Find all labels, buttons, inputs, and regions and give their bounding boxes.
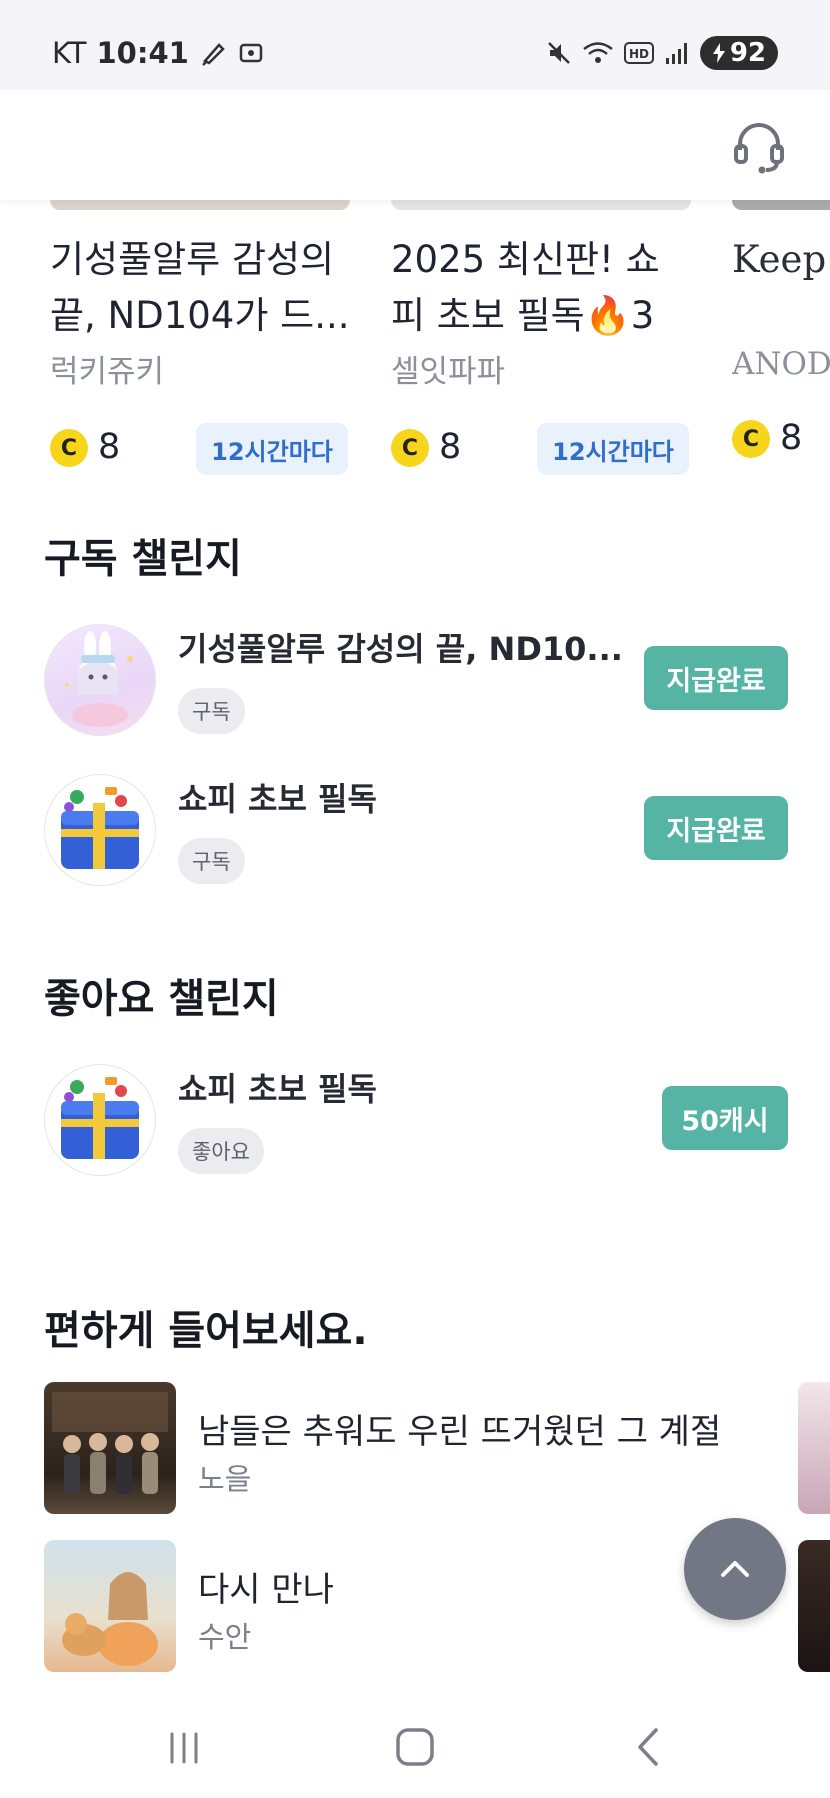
- challenge-type-tag: 구독: [178, 838, 245, 884]
- home-icon[interactable]: [394, 1726, 436, 1768]
- subscribe-challenge-title: 구독 챌린지: [44, 536, 242, 582]
- battery-indicator: 92: [699, 36, 778, 70]
- album-art: [44, 1382, 176, 1514]
- headset-icon[interactable]: [732, 120, 786, 174]
- card-title: 2025 최신판! 쇼피 초보 필독🔥30...: [391, 238, 660, 337]
- challenge-row[interactable]: 쇼피 초보 필독 구독 지급완료: [44, 774, 788, 886]
- charging-icon: [712, 43, 725, 63]
- challenge-title: 기성풀알루 감성의 끝, ND10...: [178, 630, 623, 668]
- band-photo: [52, 1392, 168, 1494]
- coin-amount: 8: [98, 427, 121, 467]
- hd-icon: HD: [623, 42, 654, 64]
- coin-icon: C: [50, 429, 88, 467]
- song-title: 다시 만나: [198, 1570, 334, 1610]
- card-meta: C 8: [732, 414, 830, 466]
- recommend-card[interactable]: Keep (Feat ANOD C 8: [732, 200, 830, 466]
- card-meta: C 8 12시간마다: [391, 423, 691, 475]
- card-thumbnail: [732, 200, 830, 210]
- pen-icon: [201, 43, 225, 66]
- coin-amount: 8: [780, 418, 803, 458]
- reward-complete-button[interactable]: 지급완료: [644, 796, 788, 860]
- song-artist: 수안: [198, 1620, 252, 1654]
- mute-icon: [547, 42, 570, 64]
- recommend-card[interactable]: 기성풀알루 감성의 끝, ND104가 드... 럭키쥬키 C 8 12시간마다: [50, 200, 350, 475]
- reward-interval-badge: 12시간마다: [537, 423, 689, 475]
- listen-section-title: 편하게 들어보세요.: [44, 1308, 368, 1354]
- chevron-up-icon: [721, 1561, 749, 1577]
- app-header: [0, 90, 830, 200]
- reward-complete-button[interactable]: 지급완료: [644, 646, 788, 710]
- challenge-type-tag: 구독: [178, 688, 245, 734]
- card-author: 셀잇파파: [391, 354, 506, 390]
- carrier-label: KT: [52, 36, 87, 70]
- recent-apps-icon[interactable]: [164, 1728, 204, 1768]
- wifi-icon: [583, 42, 613, 63]
- like-challenge-title: 좋아요 챌린지: [44, 976, 279, 1022]
- channel-avatar: [44, 774, 156, 886]
- character-image: [65, 631, 133, 727]
- screenshot-icon: [239, 43, 263, 63]
- card-meta: C 8 12시간마다: [50, 423, 350, 475]
- card-thumbnail: [391, 200, 691, 210]
- card-thumbnail: [50, 200, 350, 210]
- illustration-image: [62, 1572, 158, 1666]
- challenge-title: 쇼피 초보 필독: [178, 1070, 377, 1108]
- coin-amount: 8: [439, 427, 462, 467]
- gift-box-icon: [61, 1077, 139, 1159]
- song-row[interactable]: 다시 만나 수안: [44, 1540, 784, 1672]
- album-art-peek[interactable]: [798, 1382, 830, 1514]
- scroll-to-top-button[interactable]: [684, 1518, 786, 1620]
- card-title: 기성풀알루 감성의 끝, ND104가 드...: [50, 238, 350, 337]
- coin-icon: C: [391, 429, 429, 467]
- song-title: 남들은 추워도 우린 뜨거웠던 그 계절: [198, 1412, 722, 1452]
- gift-box-icon: [61, 787, 139, 869]
- clock: 10:41: [96, 36, 189, 70]
- challenge-row[interactable]: 기성풀알루 감성의 끝, ND10... 구독 지급완료: [44, 624, 788, 736]
- song-row[interactable]: 남들은 추워도 우린 뜨거웠던 그 계절 노을: [44, 1382, 784, 1514]
- card-author: ANOD: [732, 346, 830, 382]
- status-left: KT 10:41: [52, 36, 265, 70]
- album-art: [44, 1540, 176, 1672]
- coin-icon: C: [732, 420, 770, 458]
- cash-reward-button[interactable]: 50캐시: [662, 1086, 788, 1150]
- card-title: Keep (Feat: [732, 238, 830, 281]
- signal-icon: [665, 43, 687, 64]
- svg-text:HD: HD: [629, 47, 649, 61]
- recommend-card[interactable]: 2025 최신판! 쇼피 초보 필독🔥30... 셀잇파파 C 8 12시간마다: [391, 200, 691, 475]
- song-artist: 노을: [198, 1462, 252, 1496]
- channel-avatar: [44, 624, 156, 736]
- album-art-peek[interactable]: [798, 1540, 830, 1672]
- card-author: 럭키쥬키: [50, 354, 165, 390]
- challenge-title: 쇼피 초보 필독: [178, 780, 377, 818]
- challenge-type-tag: 좋아요: [178, 1128, 264, 1174]
- battery-level: 92: [729, 38, 766, 68]
- challenge-row[interactable]: 쇼피 초보 필독 좋아요 50캐시: [44, 1064, 788, 1176]
- channel-avatar: [44, 1064, 156, 1176]
- status-bar: KT 10:41 HD 92: [0, 0, 830, 90]
- system-nav-bar: [0, 1690, 830, 1798]
- back-icon[interactable]: [628, 1726, 668, 1768]
- status-right: HD 92: [546, 36, 778, 70]
- reward-interval-badge: 12시간마다: [196, 423, 348, 475]
